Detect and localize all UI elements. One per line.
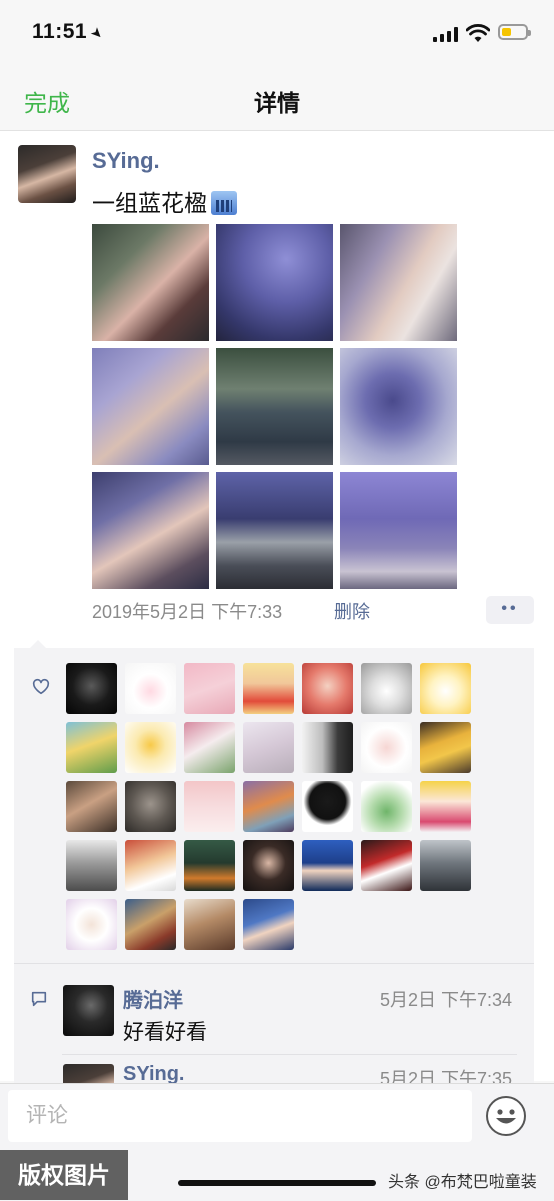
liker-avatar[interactable] xyxy=(302,722,353,773)
liker-avatar[interactable] xyxy=(66,840,117,891)
liker-avatar[interactable] xyxy=(66,781,117,832)
liker-avatar[interactable] xyxy=(66,722,117,773)
cellular-signal-icon xyxy=(433,26,459,42)
source-watermark: 头条 @布梵巴啦童装 xyxy=(388,1174,537,1191)
post-timestamp: 2019年5月2日 下午7:33 xyxy=(92,602,283,622)
comment-text: 好看好看 xyxy=(123,1021,207,1044)
commenter-avatar[interactable] xyxy=(63,985,114,1036)
home-indicator xyxy=(178,1180,376,1186)
status-time: 11:51➤ xyxy=(32,20,108,44)
liker-avatar[interactable] xyxy=(184,899,235,950)
photo-thumbnail[interactable] xyxy=(216,224,333,341)
wifi-icon xyxy=(466,24,490,42)
liker-avatar[interactable] xyxy=(243,899,294,950)
comment-divider xyxy=(62,1054,517,1055)
status-time-text: 11:51 xyxy=(32,20,88,43)
liker-avatar[interactable] xyxy=(243,781,294,832)
comment-input[interactable] xyxy=(8,1090,472,1142)
photo-thumbnail[interactable] xyxy=(92,348,209,465)
liker-avatar[interactable] xyxy=(420,781,471,832)
liker-avatar[interactable] xyxy=(302,781,353,832)
comment-icon xyxy=(31,991,47,1007)
photo-thumbnail[interactable] xyxy=(340,472,457,589)
liker-avatar[interactable] xyxy=(243,840,294,891)
author-name[interactable]: SYing. xyxy=(92,148,160,174)
liker-avatar[interactable] xyxy=(420,840,471,891)
post-text: 一组蓝花楹 xyxy=(92,184,237,218)
liker-avatar[interactable] xyxy=(66,663,117,714)
liker-avatar[interactable] xyxy=(125,722,176,773)
photo-thumbnail[interactable] xyxy=(92,472,209,589)
liker-avatar[interactable] xyxy=(243,663,294,714)
liker-avatar[interactable] xyxy=(125,781,176,832)
liker-avatar[interactable] xyxy=(361,781,412,832)
liker-avatar[interactable] xyxy=(125,663,176,714)
liker-avatar[interactable] xyxy=(66,899,117,950)
location-arrow-icon: ➤ xyxy=(87,23,108,44)
liker-avatar[interactable] xyxy=(420,722,471,773)
more-options-button[interactable]: •• xyxy=(486,596,534,624)
author-avatar[interactable] xyxy=(18,145,76,203)
liker-avatar[interactable] xyxy=(184,840,235,891)
liker-avatar[interactable] xyxy=(243,722,294,773)
heart-icon xyxy=(32,678,50,695)
photo-thumbnail[interactable] xyxy=(340,348,457,465)
page-title: 详情 xyxy=(254,90,300,116)
liker-avatar[interactable] xyxy=(184,663,235,714)
photo-thumbnail[interactable] xyxy=(216,472,333,589)
panel-caret xyxy=(30,640,46,648)
commenter-name[interactable]: 腾泊洋 xyxy=(123,984,183,1013)
liker-avatar[interactable] xyxy=(302,663,353,714)
liker-avatar[interactable] xyxy=(184,722,235,773)
panel-divider xyxy=(14,963,534,964)
battery-icon xyxy=(498,24,531,40)
cityscape-emoji-icon xyxy=(211,191,237,215)
liker-avatar[interactable] xyxy=(361,722,412,773)
delete-link[interactable]: 删除 xyxy=(334,598,370,624)
photo-thumbnail[interactable] xyxy=(92,224,209,341)
liker-avatar[interactable] xyxy=(361,840,412,891)
done-button[interactable]: 完成 xyxy=(24,84,70,118)
photo-thumbnail[interactable] xyxy=(216,348,333,465)
liker-avatar[interactable] xyxy=(125,899,176,950)
photo-thumbnail[interactable] xyxy=(340,224,457,341)
liker-avatar[interactable] xyxy=(420,663,471,714)
liker-avatar[interactable] xyxy=(361,663,412,714)
liker-avatar[interactable] xyxy=(184,781,235,832)
emoji-button-icon[interactable] xyxy=(485,1095,527,1137)
liker-avatar[interactable] xyxy=(302,840,353,891)
comment-time: 5月2日 下午7:34 xyxy=(380,990,513,1010)
liker-avatar[interactable] xyxy=(125,840,176,891)
copyright-watermark: 版权图片 xyxy=(0,1150,128,1200)
post-text-content: 一组蓝花楹 xyxy=(92,190,207,216)
